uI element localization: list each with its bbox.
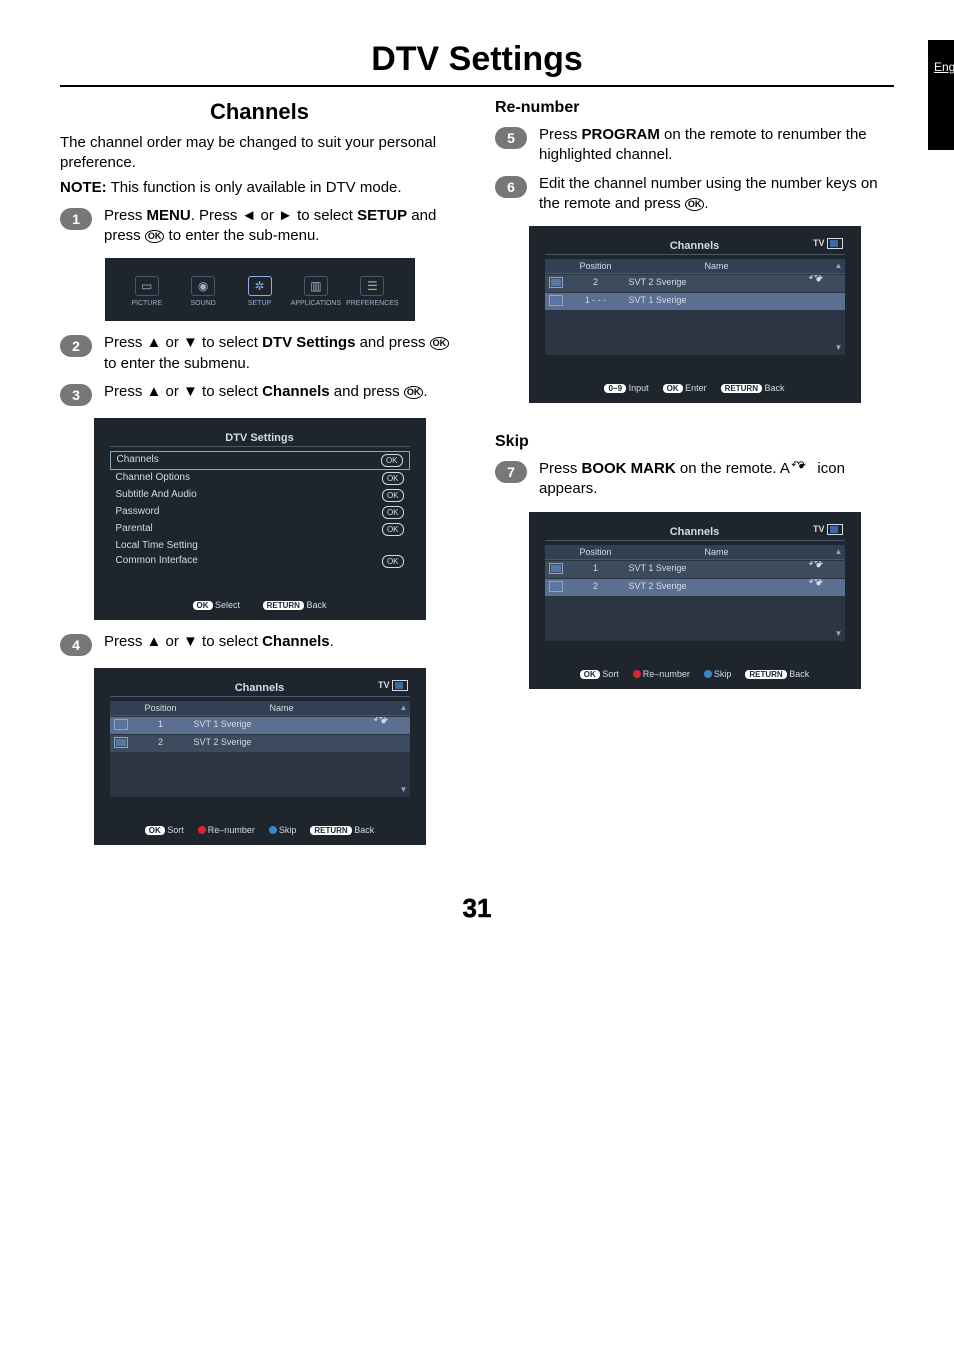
osd-row: ParentalOK — [110, 521, 410, 538]
intro-text: The channel order may be changed to suit… — [60, 133, 459, 174]
ok-icon: OK — [404, 386, 424, 399]
skip-heading: Skip — [495, 433, 894, 451]
menu-setup: ✲SETUP — [231, 276, 287, 307]
right-column: Re-number 5 Press PROGRAM on the remote … — [495, 93, 894, 857]
osd-row: Local Time Setting — [110, 538, 410, 553]
step-7: 7 Press BOOK MARK on the remote. A icon … — [495, 459, 894, 500]
ok-icon: OK — [685, 198, 705, 211]
osd-renumber-panel: TV Channels Position Name ▲ 2 SVT 2 Sver… — [529, 226, 861, 403]
note-text: NOTE: This function is only available in… — [112, 178, 459, 198]
osd-menu-strip: ▭PICTURE ◉SOUND ✲SETUP ▥APPLICATIONS ☰PR… — [105, 258, 415, 321]
step-3: 3 Press ▲ or ▼ to select Channels and pr… — [60, 382, 459, 406]
title-rule — [60, 85, 894, 87]
osd-row: Common InterfaceOK — [110, 553, 410, 570]
skip-icon — [811, 277, 831, 289]
osd-row: Channel OptionsOK — [110, 470, 410, 487]
step-2: 2 Press ▲ or ▼ to select DTV Settings an… — [60, 333, 459, 374]
channel-row: 1 - - - SVT 1 Sverige — [545, 292, 845, 310]
osd-dtv-settings: DTV Settings ChannelsOK Channel OptionsO… — [94, 418, 426, 620]
menu-applications: ▥APPLICATIONS — [288, 276, 344, 307]
step-1: 1 Press MENU. Press ◄ or ► to select SET… — [60, 206, 459, 247]
skip-icon — [811, 563, 831, 575]
skip-icon — [376, 719, 396, 731]
left-column: Channels The channel order may be change… — [60, 93, 459, 857]
channel-row: 2 SVT 2 Sverige — [545, 578, 845, 596]
channel-row: 1 SVT 1 Sverige — [545, 560, 845, 578]
osd-row: Subtitle And AudioOK — [110, 487, 410, 504]
skip-icon — [811, 581, 831, 593]
menu-sound: ◉SOUND — [175, 276, 231, 307]
step-6: 6 Edit the channel number using the numb… — [495, 174, 894, 215]
osd-channels-list: TV Channels Position Name ▲ 1 SVT 1 Sver… — [94, 668, 426, 845]
skip-icon — [793, 463, 813, 475]
page-title: DTV Settings — [60, 40, 894, 79]
ok-icon: OK — [430, 337, 450, 350]
step-badge: 1 — [60, 208, 92, 230]
step-5: 5 Press PROGRAM on the remote to renumbe… — [495, 125, 894, 166]
channel-row: 1 SVT 1 Sverige — [110, 716, 410, 734]
language-tab: English — [928, 40, 954, 150]
channel-row: 2 SVT 2 Sverige — [110, 734, 410, 752]
renumber-heading: Re-number — [495, 99, 894, 117]
step-4: 4 Press ▲ or ▼ to select Channels. — [60, 632, 459, 656]
menu-preferences: ☰PREFERENCES — [344, 276, 400, 307]
section-channels-heading: Channels — [60, 99, 459, 125]
osd-row: PasswordOK — [110, 504, 410, 521]
osd-row: ChannelsOK — [110, 451, 410, 470]
channel-row: 2 SVT 2 Sverige — [545, 274, 845, 292]
ok-icon: OK — [145, 230, 165, 243]
page-number: 31 — [60, 893, 894, 924]
osd-skip-panel: TV Channels Position Name ▲ 1 SVT 1 Sver… — [529, 512, 861, 689]
menu-picture: ▭PICTURE — [119, 276, 175, 307]
